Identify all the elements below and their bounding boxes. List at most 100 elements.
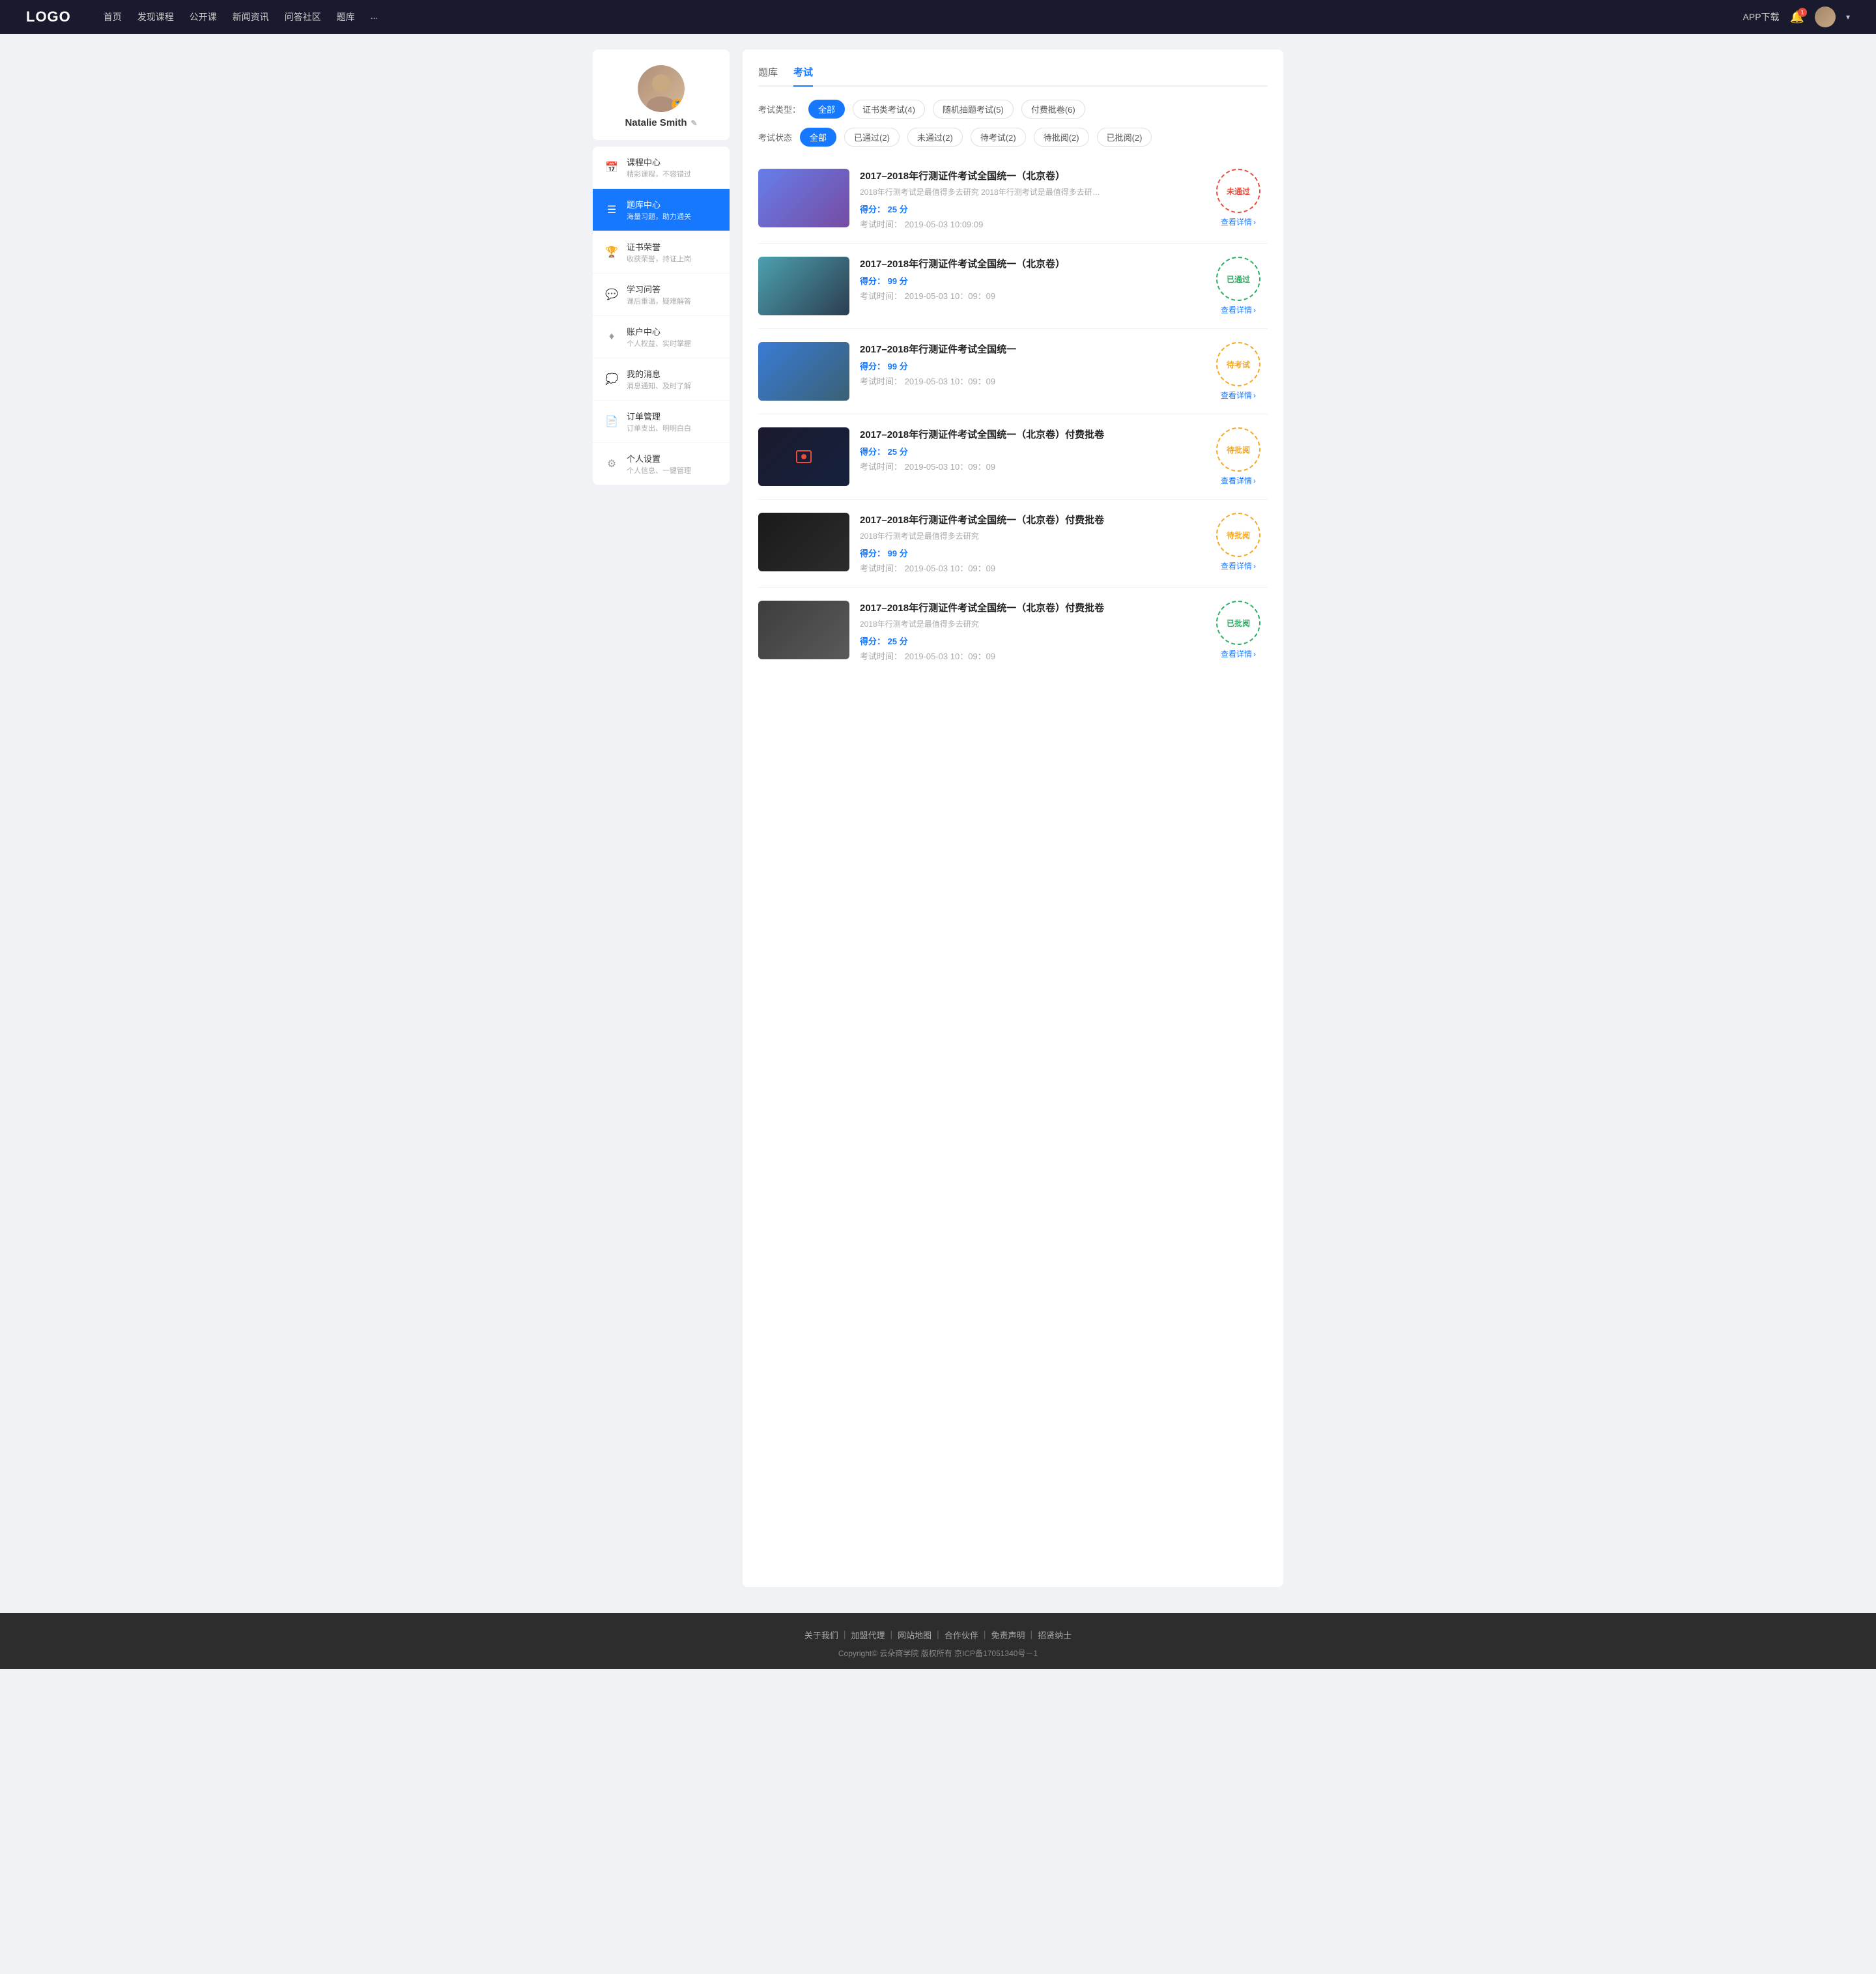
exam-title: 2017–2018年行测证件考试全国统一 — [860, 342, 1199, 356]
exam-time: 考试时间： 2019-05-03 10：09：09 — [860, 650, 1199, 662]
exam-list: 2017–2018年行测证件考试全国统一（北京卷） 2018年行测考试是最值得多… — [758, 156, 1268, 675]
course-center-text: 课程中心 精彩课程，不容错过 — [627, 156, 718, 179]
footer-link-sitemap[interactable]: 网站地图 — [898, 1629, 931, 1641]
footer-link-partners[interactable]: 合作伙伴 — [945, 1629, 978, 1641]
nav-link-bank[interactable]: 题库 — [337, 10, 355, 23]
user-badge: 🏅 — [672, 99, 683, 111]
logo: LOGO — [26, 8, 71, 25]
account-sub: 个人权益、实时掌握 — [627, 338, 718, 349]
exam-item: 2017–2018年行测证件考试全国统一（北京卷）付费批卷 得分： 25 分 考… — [758, 414, 1268, 500]
filter-type-row: 考试类型： 全部 证书类考试(4) 随机抽题考试(5) 付费批卷(6) — [758, 100, 1268, 119]
camera-dot — [796, 450, 812, 463]
exam-detail-link[interactable]: 查看详情 › — [1221, 560, 1256, 571]
exam-detail-link[interactable]: 查看详情 › — [1221, 216, 1256, 227]
score-value: 25 — [888, 637, 897, 646]
score-value: 25 — [888, 447, 897, 457]
exam-right: 未通过 查看详情 › — [1209, 169, 1268, 227]
sidebar-username: Natalie Smith ✎ — [625, 117, 697, 128]
nav-link-courses[interactable]: 发现课程 — [137, 10, 174, 23]
messages-text: 我的消息 消息通知、及时了解 — [627, 367, 718, 391]
notification-bell[interactable]: 🔔 1 — [1790, 10, 1804, 24]
edit-profile-icon[interactable]: ✎ — [690, 119, 697, 128]
filter-type-cert[interactable]: 证书类考试(4) — [853, 100, 925, 119]
score-unit: 分 — [900, 637, 908, 646]
nav-link-more[interactable]: ... — [371, 10, 378, 23]
app-download[interactable]: APP下载 — [1743, 10, 1780, 23]
username-text: Natalie Smith — [625, 117, 687, 128]
filter-status-reviewing[interactable]: 待批阅(2) — [1034, 128, 1089, 147]
footer-copyright: Copyright© 云朵商学院 版权所有 京ICP备17051340号－1 — [0, 1648, 1876, 1659]
sidebar-item-account[interactable]: ♦ 账户中心 个人权益、实时掌握 — [593, 316, 730, 358]
sidebar-item-messages[interactable]: 💭 我的消息 消息通知、及时了解 — [593, 358, 730, 401]
time-value: 2019-05-03 10：09：09 — [905, 291, 996, 301]
course-center-sub: 精彩课程，不容错过 — [627, 169, 718, 179]
tab-question-bank[interactable]: 题库 — [758, 65, 778, 87]
nav-link-qa[interactable]: 问答社区 — [285, 10, 321, 23]
course-center-title: 课程中心 — [627, 156, 718, 168]
filter-type-all[interactable]: 全部 — [808, 100, 845, 119]
exam-detail-link[interactable]: 查看详情 › — [1221, 475, 1256, 486]
filter-status-passed[interactable]: 已通过(2) — [844, 128, 900, 147]
filter-status-all[interactable]: 全部 — [800, 128, 836, 147]
footer-link-disclaimer[interactable]: 免责声明 — [991, 1629, 1025, 1641]
exam-score: 得分： 25 分 — [860, 445, 1199, 457]
user-avatar[interactable] — [1815, 7, 1836, 27]
filter-status-reviewed[interactable]: 已批阅(2) — [1097, 128, 1152, 147]
sidebar-item-certificates[interactable]: 🏆 证书荣誉 收获荣誉，持证上岗 — [593, 231, 730, 274]
time-label: 考试时间： — [860, 462, 902, 472]
filter-status-failed[interactable]: 未通过(2) — [907, 128, 963, 147]
footer-link-franchise[interactable]: 加盟代理 — [851, 1629, 885, 1641]
exam-right: 待考试 查看详情 › — [1209, 342, 1268, 401]
nav-link-open[interactable]: 公开课 — [190, 10, 217, 23]
sidebar-item-orders[interactable]: 📄 订单管理 订单支出、明明白白 — [593, 401, 730, 443]
nav-links: 首页 发现课程 公开课 新闻资讯 问答社区 题库 ... — [104, 10, 1724, 23]
question-bank-sub: 海量习题，助力通关 — [627, 211, 718, 222]
exam-item: 2017–2018年行测证件考试全国统一 得分： 99 分 考试时间： 2019… — [758, 329, 1268, 414]
tab-exam[interactable]: 考试 — [793, 65, 813, 87]
exam-desc: 2018年行测考试是最值得多去研究 — [860, 618, 1107, 629]
sidebar-item-qa[interactable]: 💬 学习问答 课后重温，疑难解答 — [593, 274, 730, 316]
filter-type-random[interactable]: 随机抽题考试(5) — [933, 100, 1014, 119]
qa-sub: 课后重温，疑难解答 — [627, 296, 718, 306]
orders-title: 订单管理 — [627, 410, 718, 422]
sidebar-item-question-bank[interactable]: ☰ 题库中心 海量习题，助力通关 — [593, 189, 730, 231]
account-icon: ♦ — [604, 331, 619, 343]
time-value: 2019-05-03 10:09:09 — [905, 220, 984, 229]
messages-sub: 消息通知、及时了解 — [627, 380, 718, 391]
exam-status-badge: 待批阅 — [1216, 513, 1260, 557]
exam-detail-link[interactable]: 查看详情 › — [1221, 390, 1256, 401]
status-text: 待考试 — [1227, 359, 1250, 370]
chevron-right-icon: › — [1253, 476, 1256, 485]
exam-detail-link[interactable]: 查看详情 › — [1221, 648, 1256, 659]
sidebar-item-settings[interactable]: ⚙ 个人设置 个人信息、一键管理 — [593, 443, 730, 485]
filter-type-paid[interactable]: 付费批卷(6) — [1021, 100, 1085, 119]
sidebar-item-course-center[interactable]: 📅 课程中心 精彩课程，不容错过 — [593, 147, 730, 189]
exam-item: 2017–2018年行测证件考试全国统一（北京卷）付费批卷 2018年行测考试是… — [758, 588, 1268, 675]
main-layout: 🏅 Natalie Smith ✎ 📅 课程中心 精彩课程，不容错过 ☰ 题库中… — [593, 34, 1283, 1613]
exam-status-badge: 已通过 — [1216, 257, 1260, 301]
exam-score: 得分： 25 分 — [860, 635, 1199, 647]
filter-status-pending[interactable]: 待考试(2) — [971, 128, 1026, 147]
footer-link-about[interactable]: 关于我们 — [804, 1629, 838, 1641]
status-text: 已通过 — [1227, 274, 1250, 285]
score-label: 得分： — [860, 637, 885, 646]
exam-item: 2017–2018年行测证件考试全国统一（北京卷） 2018年行测考试是最值得多… — [758, 156, 1268, 244]
certificates-icon: 🏆 — [604, 246, 619, 259]
exam-status-badge: 待考试 — [1216, 342, 1260, 386]
footer-link-recruit[interactable]: 招贤纳士 — [1038, 1629, 1072, 1641]
chevron-right-icon: › — [1253, 562, 1256, 571]
sidebar-menu: 📅 课程中心 精彩课程，不容错过 ☰ 题库中心 海量习题，助力通关 🏆 证书荣誉… — [593, 147, 730, 485]
exam-thumbnail — [758, 427, 849, 486]
nav-link-news[interactable]: 新闻资讯 — [233, 10, 269, 23]
nav-link-home[interactable]: 首页 — [104, 10, 122, 23]
chevron-right-icon: › — [1253, 306, 1256, 315]
status-text: 待批阅 — [1227, 530, 1250, 541]
exam-detail-link[interactable]: 查看详情 › — [1221, 304, 1256, 315]
score-unit: 分 — [900, 276, 908, 286]
score-value: 99 — [888, 549, 897, 558]
qa-icon: 💬 — [604, 288, 619, 301]
user-dropdown-arrow[interactable]: ▾ — [1846, 12, 1850, 21]
filter-status-row: 考试状态 全部 已通过(2) 未通过(2) 待考试(2) 待批阅(2) 已批阅(… — [758, 128, 1268, 147]
chevron-right-icon: › — [1253, 391, 1256, 400]
score-label: 得分： — [860, 205, 885, 214]
